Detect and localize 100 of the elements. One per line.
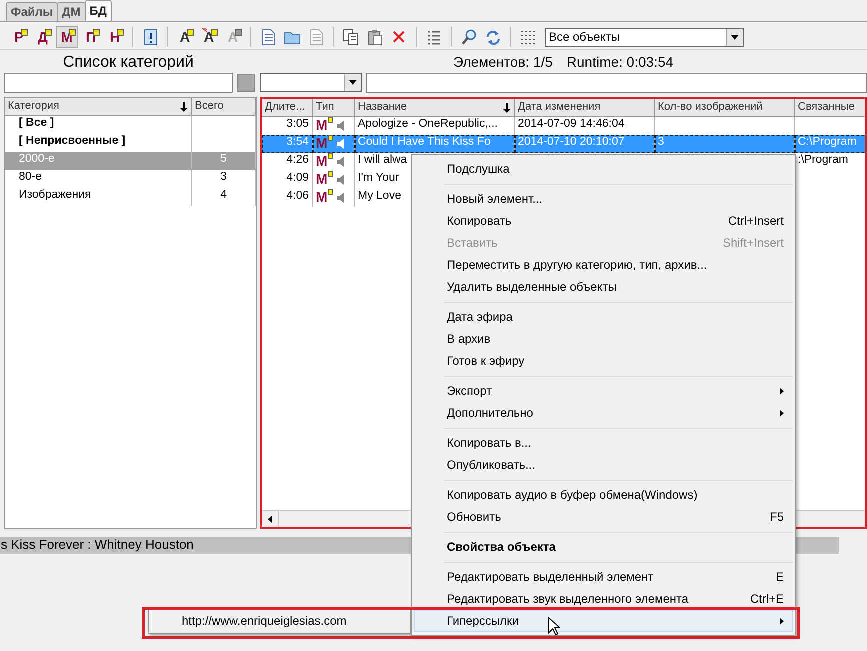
type-label: М: [316, 154, 333, 170]
caret-icon: [731, 34, 739, 40]
menu-item-label: В архив: [447, 332, 491, 346]
speaker-icon: [336, 193, 346, 203]
list-icon: [426, 28, 442, 46]
menu-item[interactable]: Опубликовать...: [414, 454, 793, 476]
menu-item-label: Редактировать звук выделенного элемента: [447, 592, 689, 606]
column-header[interactable]: Кол-во изображений: [655, 99, 795, 117]
column-header[interactable]: Название: [355, 99, 515, 117]
submenu-arrow-icon: [780, 618, 784, 624]
runtime-label: Runtime: 0:03:54: [566, 54, 674, 72]
type-label: М: [316, 136, 333, 152]
menu-item-label: Редактировать выделенный элемент: [447, 570, 654, 584]
menu-item-label: Копировать аудио в буфер обмена(Windows): [447, 488, 698, 502]
menu-item-label: Копировать: [447, 214, 512, 228]
menu-item-label: Дополнительно: [447, 406, 534, 420]
document-icon: [260, 28, 276, 46]
menu-item[interactable]: Переместить в другую категорию, тип, архив...: [414, 254, 793, 276]
arrow-left-icon: [268, 516, 272, 522]
menu-item-label: Новый элемент...: [447, 192, 543, 206]
menu-item-label: Дата эфира: [447, 310, 513, 324]
column-header[interactable]: Дата изменения: [515, 99, 655, 117]
count-cell: 5: [192, 152, 256, 170]
menu-item[interactable]: Готов к эфиру: [414, 350, 793, 372]
refresh-icon: [484, 28, 502, 46]
info-icon: [142, 28, 158, 46]
type-label: М: [316, 190, 333, 206]
column-header[interactable]: Связанные: [795, 99, 865, 117]
mark-icon: [202, 28, 207, 32]
menu-item[interactable]: Дата эфира: [414, 306, 793, 328]
table-cell[interactable]: 4:06: [262, 189, 313, 207]
shortcut-label: E: [776, 570, 784, 584]
category-cell[interactable]: Изображения: [5, 188, 192, 206]
speaker-icon: [336, 175, 346, 185]
menu-item[interactable]: Экспорт: [414, 380, 793, 402]
filter-field[interactable]: [4, 73, 233, 93]
paste-icon: [366, 28, 384, 46]
menu-item[interactable]: Удалить выделенные объекты: [414, 276, 793, 298]
menu-item-label: Свойства объекта: [447, 540, 556, 554]
menu-item-label: Гиперссылки: [447, 614, 519, 628]
count-cell: 3: [192, 170, 256, 188]
column-header[interactable]: Всего: [192, 98, 256, 116]
submenu-arrow-icon: [780, 410, 784, 416]
shortcut-label: Ctrl+E: [750, 592, 784, 606]
menu-item-label: Опубликовать...: [447, 458, 536, 472]
cursor-icon: [548, 617, 560, 636]
type-label: М: [316, 118, 333, 134]
menu-item[interactable]: Обновить F5: [414, 506, 793, 528]
type-dropdown[interactable]: [260, 73, 362, 92]
document-icon: [308, 28, 324, 46]
link-menu-item[interactable]: http://www.enriqueiglesias.com: [151, 612, 408, 631]
menu-item-label: Экспорт: [447, 384, 492, 398]
column-header[interactable]: Длите...: [262, 99, 313, 117]
menu-item-label: Обновить: [447, 510, 502, 524]
menu-item[interactable]: Подслушка: [414, 158, 793, 180]
sort-arrow-icon: [503, 102, 511, 112]
menu-item[interactable]: Редактировать звук выделенного элемента Ctrl+E: [414, 588, 793, 610]
category-cell[interactable]: [ Все ]: [5, 116, 192, 134]
submenu-arrow-icon: [780, 388, 784, 394]
menu-item-label: Готов к эфиру: [447, 354, 525, 368]
toolbar-button[interactable]: A: [198, 26, 220, 48]
toolbar-button[interactable]: A: [174, 26, 196, 48]
tab[interactable]: БД: [84, 0, 112, 21]
category-cell[interactable]: 80-е: [5, 170, 192, 188]
grid-icon: [520, 28, 536, 46]
menu-item[interactable]: Гиперссылки: [414, 610, 793, 632]
menu-item[interactable]: В архив: [414, 328, 793, 350]
count-cell: 4: [192, 188, 256, 206]
column-header[interactable]: Тип: [313, 99, 355, 117]
menu-item[interactable]: Копировать аудио в буфер обмена(Windows): [414, 484, 793, 506]
menu-item-label: Вставить: [447, 236, 498, 250]
copy-icon: [342, 28, 360, 46]
shortcut-label: Shift+Insert: [722, 236, 784, 250]
shortcut-label: Ctrl+Insert: [728, 214, 784, 228]
search-field[interactable]: [366, 73, 867, 93]
shortcut-label: F5: [770, 510, 784, 524]
caret-icon: [349, 80, 357, 85]
tab[interactable]: ДМ: [57, 2, 86, 21]
search-icon: [460, 28, 478, 46]
object-dropdown[interactable]: Все объекты: [545, 28, 744, 46]
menu-item[interactable]: Копировать Ctrl+Insert: [414, 210, 793, 232]
item-count: Элементов: 1/5: [453, 54, 553, 72]
panel-title: Список категорий: [62, 53, 195, 73]
menu-item-label: Копировать в...: [447, 436, 532, 450]
speaker-icon: [336, 157, 346, 167]
table-cell[interactable]: 4:09: [262, 171, 313, 189]
menu-item-label: Удалить выделенные объекты: [447, 280, 617, 294]
menu-item[interactable]: Редактировать выделенный элемент E: [414, 566, 793, 588]
delete-icon: [390, 28, 408, 46]
speaker-icon: [336, 121, 346, 131]
tab[interactable]: Файлы: [6, 2, 58, 21]
type-label: М: [316, 172, 333, 188]
menu-item[interactable]: Новый элемент...: [414, 188, 793, 210]
table-cell[interactable]: 4:26: [262, 153, 313, 171]
speaker-icon: [336, 139, 346, 149]
menu-item[interactable]: Дополнительно: [414, 402, 793, 424]
menu-item-label: Переместить в другую категорию, тип, архив...: [447, 258, 708, 272]
menu-item[interactable]: Копировать в...: [414, 432, 793, 454]
column-header[interactable]: Категория: [5, 98, 192, 116]
sort-arrow-icon: [180, 102, 188, 112]
